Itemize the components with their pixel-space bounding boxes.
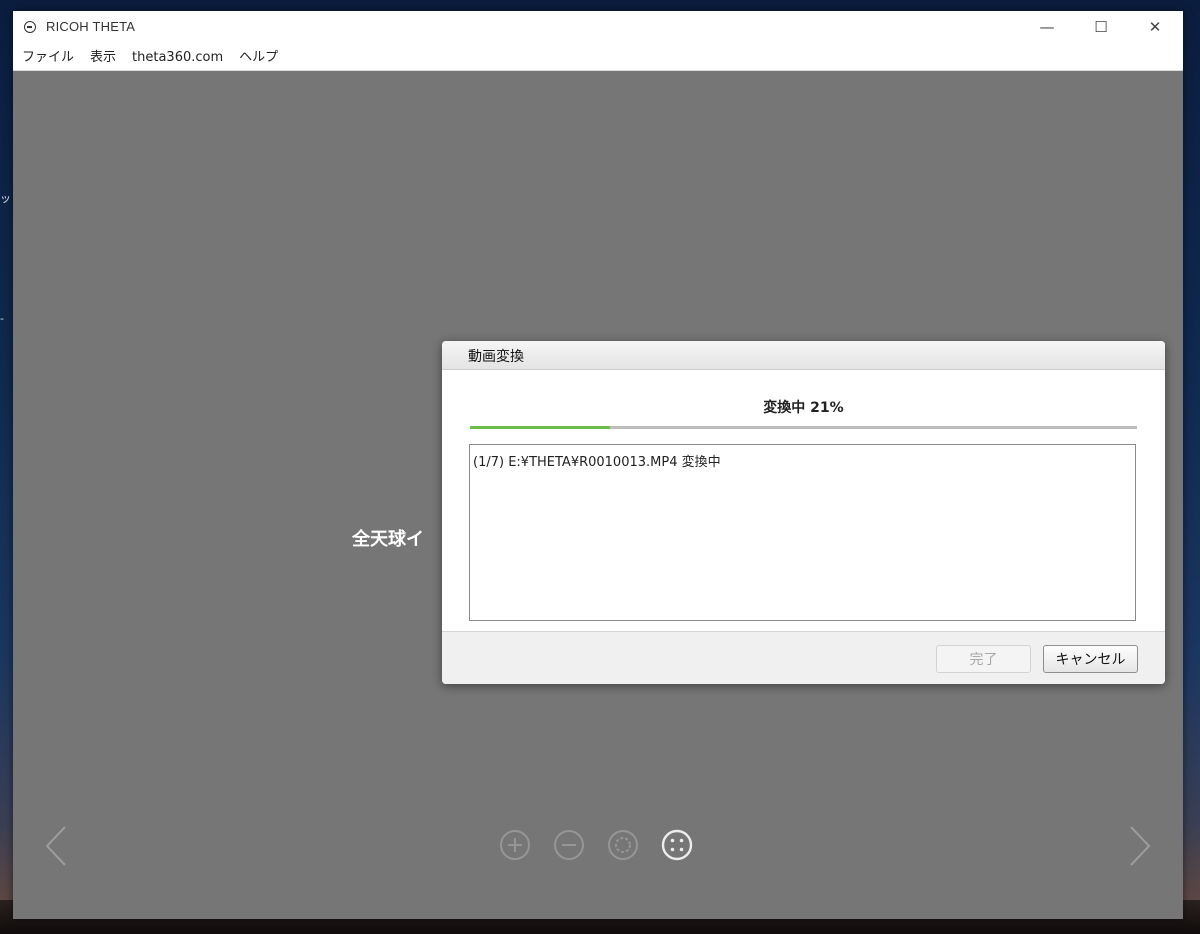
- view-mode-icon[interactable]: [661, 829, 693, 861]
- menu-file[interactable]: ファイル: [13, 45, 82, 70]
- conversion-log[interactable]: (1/7) E:¥THETA¥R0010013.MP4 変換中: [469, 444, 1136, 621]
- progress-bar-fill: [470, 426, 611, 429]
- zoom-out-icon[interactable]: [553, 829, 585, 861]
- cancel-button[interactable]: キャンセル: [1043, 645, 1138, 673]
- next-arrow-icon[interactable]: [1123, 821, 1153, 871]
- conversion-status: 変換中 21%: [763, 400, 844, 416]
- window-title: RICOH THETA: [46, 19, 136, 34]
- dialog-title-bar[interactable]: 動画変換: [442, 341, 1165, 370]
- close-button[interactable]: ✕: [1128, 11, 1182, 43]
- menu-view[interactable]: 表示: [82, 45, 124, 70]
- viewer-message: 全天球イ: [352, 529, 424, 550]
- desktop-edge-text: ッ: [0, 192, 11, 205]
- viewer-toolbar: [499, 829, 693, 861]
- video-conversion-dialog: 動画変換 変換中 21% (1/7) E:¥THETA¥R0010013.MP4…: [442, 341, 1165, 684]
- maximize-button[interactable]: ☐: [1074, 11, 1128, 43]
- log-line: (1/7) E:¥THETA¥R0010013.MP4 変換中: [473, 455, 721, 470]
- title-bar[interactable]: RICOH THETA — ☐ ✕: [13, 11, 1183, 45]
- minimize-button[interactable]: —: [1020, 11, 1074, 43]
- desktop-edge-text: -: [0, 312, 4, 325]
- settings-icon[interactable]: [607, 829, 639, 861]
- previous-arrow-icon[interactable]: [43, 821, 73, 871]
- dialog-footer: 完了 キャンセル: [442, 631, 1165, 684]
- menu-bar: ファイル 表示 theta360.com ヘルプ: [13, 45, 1183, 71]
- dialog-title: 動画変換: [468, 349, 524, 365]
- zoom-in-icon[interactable]: [499, 829, 531, 861]
- app-logo-icon: [24, 21, 36, 33]
- done-button[interactable]: 完了: [936, 645, 1031, 673]
- progress-bar: [470, 426, 1137, 429]
- menu-website[interactable]: theta360.com: [124, 45, 231, 70]
- menu-help[interactable]: ヘルプ: [231, 45, 286, 70]
